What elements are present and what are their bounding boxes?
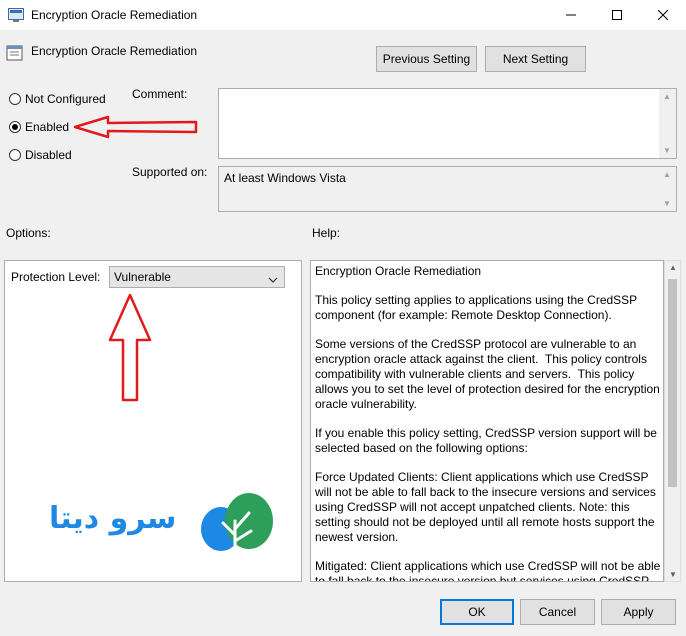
next-setting-button[interactable]: Next Setting: [485, 46, 586, 72]
radio-label: Disabled: [25, 148, 72, 162]
policy-setting-icon: [6, 44, 24, 65]
annotation-arrow-left: [73, 115, 198, 139]
scroll-up-icon: ▲: [663, 170, 671, 179]
help-heading: Help:: [312, 226, 341, 240]
options-heading: Options:: [6, 226, 51, 240]
window-title: Encryption Oracle Remediation: [31, 8, 198, 22]
help-panel: Encryption Oracle Remediation This polic…: [310, 260, 664, 582]
radio-label: Not Configured: [25, 92, 106, 106]
minimize-button[interactable]: [548, 0, 594, 30]
help-paragraph: Force Updated Clients: Client applicatio…: [315, 470, 660, 544]
options-panel: Protection Level: Vulnerable سرو دیتا: [4, 260, 302, 582]
scroll-down-icon: ▼: [663, 146, 671, 155]
supported-on-box: At least Windows Vista ▲ ▼: [218, 166, 677, 212]
title-bar: Encryption Oracle Remediation: [0, 0, 686, 30]
watermark-logo: سرو دیتا: [49, 491, 289, 557]
help-paragraph: Mitigated: Client applications which use…: [315, 559, 664, 582]
help-paragraph: Encryption Oracle Remediation: [315, 264, 482, 278]
close-button[interactable]: [640, 0, 686, 30]
comment-scrollbar[interactable]: ▲ ▼: [659, 89, 676, 158]
supported-on-value: At least Windows Vista: [224, 171, 346, 185]
help-paragraph: This policy setting applies to applicati…: [315, 293, 641, 322]
minimize-icon: [566, 14, 576, 16]
supported-scrollbar[interactable]: ▲ ▼: [659, 167, 676, 211]
annotation-arrow-up: [108, 293, 152, 402]
help-scrollbar[interactable]: ▲ ▼: [664, 260, 681, 582]
radio-not-configured[interactable]: Not Configured: [9, 92, 106, 106]
close-icon: [658, 10, 668, 20]
ok-button[interactable]: OK: [440, 599, 514, 625]
scroll-down-icon: ▼: [669, 570, 677, 579]
radio-disabled[interactable]: Disabled: [9, 148, 72, 162]
protection-level-value: Vulnerable: [114, 270, 171, 284]
protection-level-label: Protection Level:: [11, 270, 101, 284]
radio-circle: [9, 93, 21, 105]
watermark-text: سرو دیتا: [49, 501, 177, 536]
help-paragraph: Some versions of the CredSSP protocol ar…: [315, 337, 664, 411]
apply-button[interactable]: Apply: [601, 599, 676, 625]
protection-level-select[interactable]: Vulnerable: [109, 266, 285, 288]
radio-label: Enabled: [25, 120, 70, 134]
chevron-down-icon: [268, 273, 278, 287]
scroll-up-icon: ▲: [663, 92, 671, 101]
policy-name-label: Encryption Oracle Remediation: [31, 44, 198, 58]
previous-setting-button[interactable]: Previous Setting: [376, 46, 477, 72]
maximize-icon: [612, 10, 622, 20]
comment-textarea[interactable]: ▲ ▼: [218, 88, 677, 159]
maximize-button[interactable]: [594, 0, 640, 30]
scroll-thumb[interactable]: [668, 279, 677, 487]
scroll-up-icon: ▲: [669, 263, 677, 272]
scroll-down-icon: ▼: [663, 199, 671, 208]
policy-window-icon: [8, 7, 24, 23]
help-text: Encryption Oracle Remediation This polic…: [315, 264, 664, 582]
cancel-button[interactable]: Cancel: [520, 599, 595, 625]
tree-leaf-icon: [201, 493, 273, 555]
radio-circle-selected: [9, 121, 21, 133]
supported-on-label: Supported on:: [132, 165, 208, 179]
help-paragraph: If you enable this policy setting, CredS…: [315, 426, 661, 455]
comment-label: Comment:: [132, 87, 188, 101]
radio-enabled[interactable]: Enabled: [9, 120, 69, 134]
radio-circle: [9, 149, 21, 161]
